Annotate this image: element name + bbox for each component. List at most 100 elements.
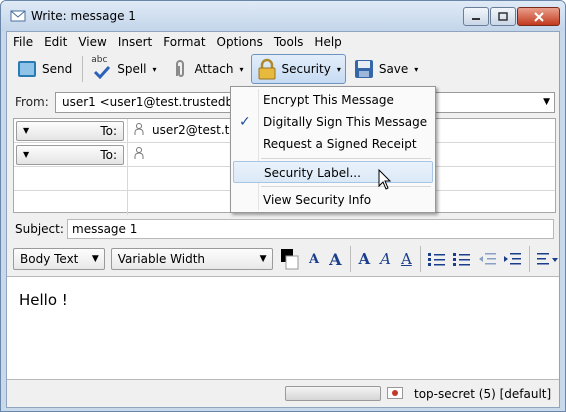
column-divider — [127, 191, 128, 215]
indent-icon[interactable] — [503, 250, 522, 268]
recipient-type-label: To: — [100, 148, 117, 162]
smaller-font-button[interactable]: A — [309, 252, 319, 267]
send-icon — [18, 61, 36, 77]
person-icon — [134, 147, 144, 159]
toolbar-separator — [419, 246, 421, 272]
italic-button[interactable]: A — [380, 250, 391, 268]
menu-item-signed-receipt[interactable]: Request a Signed Receipt — [233, 133, 433, 155]
floppy-disk-icon — [354, 60, 373, 78]
window-title: Write: message 1 — [31, 9, 136, 23]
person-icon — [134, 123, 144, 135]
bold-button[interactable]: A — [358, 250, 370, 268]
security-label-status[interactable]: top-secret (5) [default] — [414, 387, 551, 401]
from-dropdown-icon: ▼ — [543, 97, 550, 107]
lock-icon — [258, 58, 276, 80]
menu-bar: File Edit View Insert Format Options Too… — [7, 32, 559, 52]
subject-row: Subject: message 1 — [7, 216, 559, 242]
menu-file[interactable]: File — [13, 35, 33, 49]
send-label: Send — [42, 62, 73, 76]
attach-button[interactable]: Attach ▾ — [164, 54, 249, 84]
from-label: From: — [15, 95, 49, 109]
toolbar-separator — [528, 246, 530, 272]
subject-input[interactable]: message 1 — [67, 219, 554, 239]
chevron-down-icon: ▼ — [23, 126, 30, 135]
font-select[interactable]: Variable Width ▼ — [110, 248, 273, 270]
security-button[interactable]: Security ▾ — [250, 54, 346, 84]
menu-view[interactable]: View — [78, 35, 106, 49]
menu-item-encrypt[interactable]: Encrypt This Message — [233, 89, 433, 111]
menu-help[interactable]: Help — [314, 35, 341, 49]
minimize-button[interactable] — [463, 7, 489, 26]
recipient-type-select[interactable]: ▼ To: — [16, 121, 124, 141]
paragraph-style-select[interactable]: Body Text ▼ — [13, 248, 105, 270]
underline-button[interactable]: A — [401, 250, 412, 268]
spell-button[interactable]: abc Spell ▾ — [86, 54, 161, 84]
format-toolbar: Body Text ▼ Variable Width ▼ A A A A A — [7, 243, 559, 275]
save-label: Save — [378, 62, 409, 76]
compose-toolbar: Send abc Spell ▾ Attach ▾ Security ▾ Sav… — [7, 52, 559, 86]
minimize-icon — [472, 17, 480, 20]
message-body-text: Hello ! — [19, 291, 68, 309]
toolbar-separator — [82, 56, 84, 82]
bullet-list-icon[interactable] — [427, 250, 446, 268]
checkmark-icon: ✓ — [239, 114, 251, 130]
menu-options[interactable]: Options — [217, 35, 263, 49]
outdent-icon[interactable] — [478, 250, 497, 268]
menu-item-digitally-sign[interactable]: ✓ Digitally Sign This Message — [233, 111, 433, 133]
send-button[interactable]: Send — [11, 54, 77, 84]
maximize-button[interactable] — [490, 7, 516, 26]
menu-item-label: Request a Signed Receipt — [263, 137, 417, 151]
chevron-down-icon: ▼ — [23, 150, 30, 159]
font-value: Variable Width — [117, 252, 205, 266]
save-dropdown-icon[interactable]: ▾ — [414, 65, 418, 74]
app-icon — [10, 10, 26, 22]
spell-label: Spell — [117, 62, 147, 76]
save-button[interactable]: Save ▾ — [348, 54, 423, 84]
attach-dropdown-icon[interactable]: ▾ — [240, 65, 244, 74]
progress-bar — [285, 386, 381, 401]
message-body-editor[interactable]: Hello ! — [7, 276, 559, 380]
menu-item-label: View Security Info — [263, 193, 372, 207]
security-menu: Encrypt This Message ✓ Digitally Sign Th… — [230, 86, 436, 213]
toolbar-separator — [349, 246, 351, 272]
title-bar[interactable]: Write: message 1 — [1, 1, 565, 31]
security-dropdown-icon[interactable]: ▾ — [337, 65, 341, 74]
close-icon — [533, 11, 544, 22]
menu-edit[interactable]: Edit — [44, 35, 67, 49]
recipient-type-select[interactable]: ▼ To: — [16, 145, 124, 165]
attach-label: Attach — [194, 62, 234, 76]
flag-icon — [387, 387, 403, 399]
spell-badge: abc — [91, 55, 108, 65]
recipient-type-label: To: — [100, 124, 117, 138]
chevron-down-icon: ▼ — [259, 254, 267, 264]
menu-item-view-security-info[interactable]: View Security Info — [233, 189, 433, 211]
text-color-icon[interactable] — [279, 247, 300, 271]
column-divider — [127, 143, 128, 167]
paragraph-style-value: Body Text — [20, 252, 79, 266]
close-button[interactable] — [517, 7, 560, 26]
menu-item-label: Security Label... — [264, 166, 361, 180]
menu-separator — [261, 158, 431, 159]
menu-insert[interactable]: Insert — [118, 35, 152, 49]
chevron-down-icon: ▼ — [91, 254, 99, 264]
menu-format[interactable]: Format — [163, 35, 205, 49]
menu-separator — [261, 186, 431, 187]
compose-window: Write: message 1 File Edit View Insert F… — [0, 0, 566, 412]
column-divider — [127, 119, 128, 143]
menu-item-label: Digitally Sign This Message — [263, 115, 428, 129]
maximize-icon — [498, 12, 508, 21]
paperclip-icon — [175, 60, 184, 77]
menu-item-security-label[interactable]: Security Label... — [233, 161, 433, 183]
mouse-cursor-icon — [378, 169, 392, 190]
larger-font-button[interactable]: A — [329, 250, 341, 269]
security-label: Security — [281, 62, 331, 76]
numbered-list-icon[interactable] — [452, 250, 471, 268]
menu-item-label: Encrypt This Message — [263, 93, 394, 107]
menu-tools[interactable]: Tools — [274, 35, 304, 49]
align-icon[interactable] — [536, 250, 559, 268]
spell-dropdown-icon[interactable]: ▾ — [153, 65, 157, 74]
subject-label: Subject: — [15, 222, 64, 236]
spell-check-icon: abc — [91, 55, 113, 80]
recipient-field[interactable] — [134, 147, 152, 161]
status-bar: top-secret (5) [default] — [7, 381, 559, 407]
